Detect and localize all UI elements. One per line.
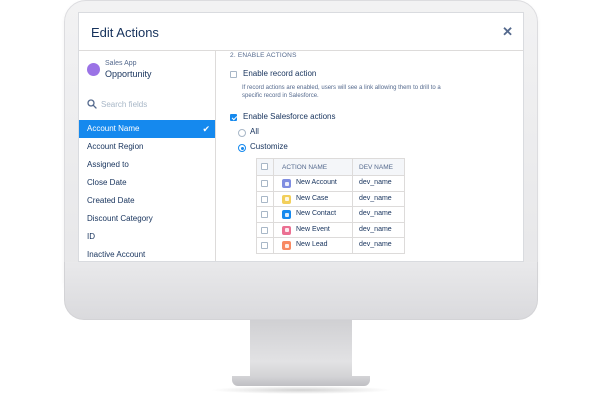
search-box[interactable] — [87, 97, 212, 113]
sidebar-field-item[interactable]: Discount Category — [79, 210, 215, 228]
record-action-label: Enable record action — [243, 69, 317, 78]
sidebar-field-item[interactable]: Close Date — [79, 174, 215, 192]
header-action-name-cell: ACTION NAME — [274, 159, 353, 175]
row-checkbox[interactable] — [261, 226, 268, 234]
field-list: Account Name ✔ Account Region Assigned to Cl… — [79, 120, 215, 261]
sidebar-field-label: Created Date — [87, 196, 135, 205]
row-checkbox[interactable] — [261, 195, 268, 203]
sidebar-field-label: Discount Category — [87, 214, 153, 223]
table-row[interactable]: New Contact dev_name — [257, 207, 404, 223]
radio-customize[interactable] — [238, 144, 246, 152]
header-dev-name-cell: DEV NAME — [353, 159, 405, 175]
dev-name: dev_name — [359, 210, 392, 218]
actions-panel: 2. ENABLE ACTIONS Enable record action I… — [216, 51, 523, 261]
sidebar-field-item[interactable]: Assigned to — [79, 156, 215, 174]
row-checkbox[interactable] — [261, 242, 268, 250]
checkmark-icon: ✔ — [202, 124, 210, 134]
monitor-stand-neck — [250, 320, 352, 380]
row-checkbox-cell — [257, 176, 274, 191]
row-checkbox[interactable] — [261, 211, 268, 219]
dev-name-cell: dev_name — [353, 207, 405, 222]
record-action-help: If record actions are enabled, users wil… — [242, 85, 441, 99]
radio-all[interactable] — [238, 129, 246, 137]
account-icon — [282, 179, 291, 188]
dev-name-cell: dev_name — [353, 238, 405, 253]
table-header-row: ACTION NAME DEV NAME — [257, 159, 404, 176]
action-name: New Account — [296, 179, 337, 186]
dev-name: dev_name — [359, 194, 392, 202]
monitor-stand-base — [232, 376, 370, 386]
table-row[interactable]: New Event dev_name — [257, 222, 405, 239]
modal-header: Edit Actions ✕ — [79, 13, 523, 51]
row-checkbox-cell — [257, 238, 274, 253]
sidebar-field-item[interactable]: Inactive Account — [79, 246, 215, 261]
app-avatar-icon — [87, 63, 100, 76]
dev-name: dev_name — [359, 225, 392, 233]
sidebar-field-label: Close Date — [87, 178, 127, 187]
row-checkbox-cell — [257, 207, 274, 222]
row-checkbox[interactable] — [261, 180, 268, 187]
section-title: 2. ENABLE ACTIONS — [230, 52, 297, 59]
dev-name: dev_name — [359, 241, 392, 249]
action-name-cell: New Case — [274, 191, 353, 207]
sidebar-field-label: ID — [87, 232, 95, 241]
radio-customize-option[interactable]: Customize — [238, 142, 338, 154]
actions-table: ACTION NAME DEV NAME New Account dev_name… — [256, 158, 405, 254]
app-name: Sales App — [105, 60, 137, 67]
screen: Edit Actions ✕ Sales App Opportunity Acc… — [78, 12, 524, 262]
object-name: Opportunity — [105, 69, 152, 79]
action-name: New Lead — [296, 241, 328, 249]
table-row[interactable]: New Lead dev_name — [257, 238, 404, 254]
sidebar-field-item[interactable]: Account Region — [79, 138, 215, 156]
header-action-name: ACTION NAME — [282, 164, 328, 171]
modal-title: Edit Actions — [91, 25, 159, 40]
action-name-cell: New Contact — [274, 207, 353, 222]
dev-name-cell: dev_name — [353, 192, 405, 207]
app-header: Sales App Opportunity — [87, 60, 212, 84]
record-action-checkbox[interactable] — [230, 71, 237, 78]
sidebar-field-label: Assigned to — [87, 160, 129, 169]
sidebar-field-label: Inactive Account — [87, 250, 146, 259]
action-name: New Case — [296, 194, 329, 202]
select-all-checkbox[interactable] — [261, 163, 268, 170]
sidebar-field-item[interactable]: ID — [79, 228, 215, 246]
close-icon[interactable]: ✕ — [502, 24, 513, 40]
salesforce-actions-checkbox[interactable] — [230, 114, 237, 121]
table-row[interactable]: New Account dev_name — [257, 176, 404, 192]
table-row[interactable]: New Case dev_name — [257, 191, 405, 208]
search-input[interactable] — [101, 97, 209, 111]
header-dev-name: DEV NAME — [359, 164, 393, 171]
row-checkbox-cell — [257, 191, 274, 207]
case-icon — [282, 194, 291, 204]
record-action-option[interactable]: Enable record action — [230, 69, 520, 81]
sidebar: Sales App Opportunity Account Name✔Accou… — [79, 51, 216, 261]
lead-icon — [282, 241, 291, 251]
salesforce-actions-option[interactable]: Enable Salesforce actions — [230, 112, 520, 124]
contact-icon — [282, 210, 291, 220]
dev-name-cell: dev_name — [353, 223, 405, 238]
action-name: New Event — [296, 225, 330, 233]
radio-all-label: All — [250, 127, 259, 136]
salesforce-actions-label: Enable Salesforce actions — [243, 112, 336, 121]
sidebar-field-item[interactable]: Account Name ✔ — [79, 120, 215, 138]
sidebar-field-label: Account Region — [87, 142, 144, 151]
dev-name: dev_name — [359, 179, 392, 186]
dev-name-cell: dev_name — [353, 176, 405, 191]
sidebar-field-label: Account Name — [87, 124, 140, 133]
action-name-cell: New Event — [274, 222, 353, 238]
action-name-cell: New Account — [274, 176, 353, 191]
sidebar-field-item[interactable]: Created Date — [79, 192, 215, 210]
radio-all-option[interactable]: All — [238, 127, 338, 139]
search-icon — [87, 99, 97, 109]
event-icon — [282, 225, 291, 235]
action-name: New Contact — [296, 210, 337, 218]
monitor-chin — [64, 262, 538, 320]
row-checkbox-cell — [257, 222, 274, 238]
header-checkbox-cell — [257, 159, 274, 175]
action-name-cell: New Lead — [274, 238, 353, 253]
radio-customize-label: Customize — [250, 142, 288, 151]
monitor-shadow — [210, 386, 392, 394]
